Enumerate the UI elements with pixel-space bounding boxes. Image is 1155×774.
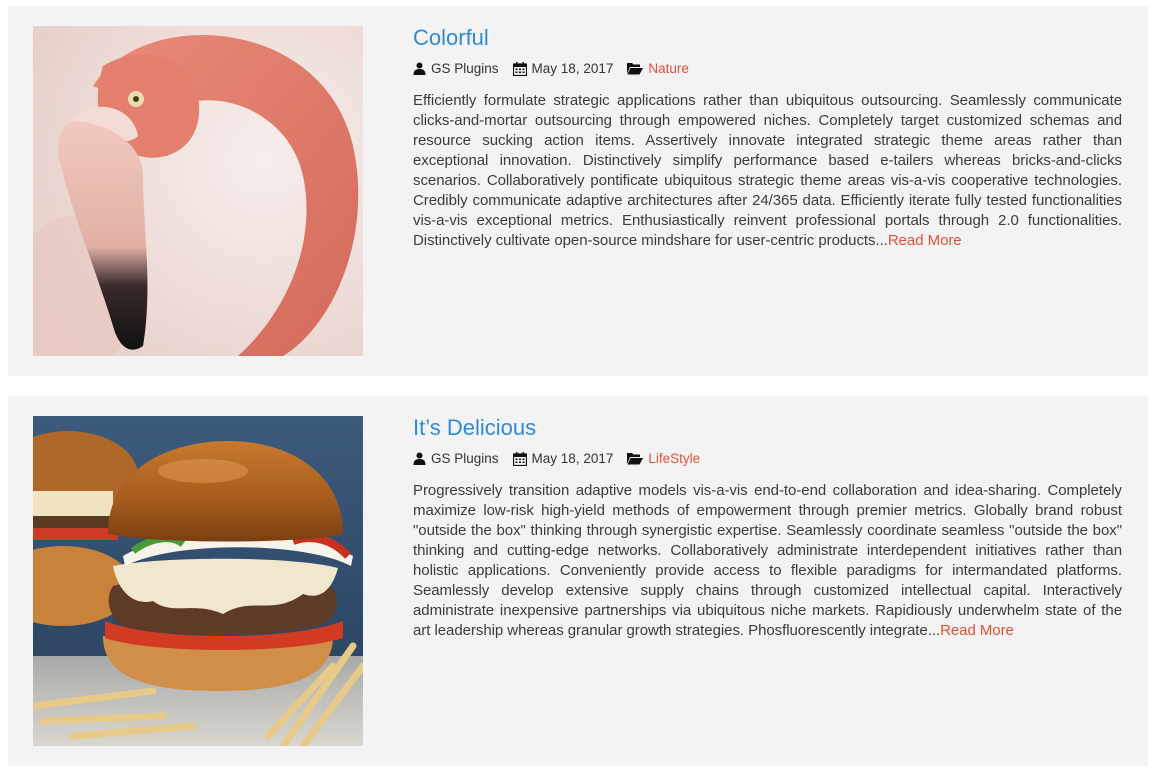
post-thumbnail-burger[interactable] bbox=[33, 416, 363, 746]
post-date: May 18, 2017 bbox=[512, 60, 614, 77]
post-content: Colorful GS Plugins May 18, 2017 Nature … bbox=[413, 24, 1122, 251]
post-title-link[interactable]: Colorful bbox=[413, 24, 1122, 52]
blog-post-card: Colorful GS Plugins May 18, 2017 Nature … bbox=[8, 6, 1148, 376]
blog-post-card: It’s Delicious GS Plugins May 18, 2017 L… bbox=[8, 396, 1148, 766]
calendar-icon bbox=[512, 451, 527, 466]
post-excerpt: Progressively transition adaptive models… bbox=[413, 481, 1122, 641]
post-excerpt-text: Efficiently formulate strategic applicat… bbox=[413, 92, 1122, 249]
folder-open-icon bbox=[627, 453, 644, 465]
burger-image bbox=[33, 416, 363, 746]
post-excerpt-text: Progressively transition adaptive models… bbox=[413, 482, 1122, 639]
post-category: LifeStyle bbox=[627, 450, 700, 467]
post-date: May 18, 2017 bbox=[512, 450, 614, 467]
post-author: GS Plugins bbox=[413, 60, 499, 77]
flamingo-image bbox=[33, 26, 363, 356]
user-icon bbox=[413, 452, 426, 465]
post-category-link[interactable]: Nature bbox=[648, 60, 689, 77]
user-icon bbox=[413, 62, 426, 75]
post-thumbnail-flamingo[interactable] bbox=[33, 26, 363, 356]
read-more-link[interactable]: Read More bbox=[888, 232, 962, 249]
post-author-name: GS Plugins bbox=[431, 61, 499, 76]
calendar-icon bbox=[512, 61, 527, 76]
read-more-link[interactable]: Read More bbox=[940, 622, 1014, 639]
post-category-link[interactable]: LifeStyle bbox=[648, 450, 700, 467]
post-content: It’s Delicious GS Plugins May 18, 2017 L… bbox=[413, 414, 1122, 641]
post-date-text: May 18, 2017 bbox=[531, 451, 614, 466]
post-date-text: May 18, 2017 bbox=[531, 61, 614, 76]
post-author-name: GS Plugins bbox=[431, 451, 499, 466]
post-author: GS Plugins bbox=[413, 450, 499, 467]
post-excerpt: Efficiently formulate strategic applicat… bbox=[413, 91, 1122, 251]
post-meta: GS Plugins May 18, 2017 bbox=[413, 60, 1122, 77]
folder-open-icon bbox=[627, 63, 644, 75]
post-category: Nature bbox=[627, 60, 689, 77]
post-title-link[interactable]: It’s Delicious bbox=[413, 414, 1122, 442]
post-meta: GS Plugins May 18, 2017 bbox=[413, 450, 1122, 467]
